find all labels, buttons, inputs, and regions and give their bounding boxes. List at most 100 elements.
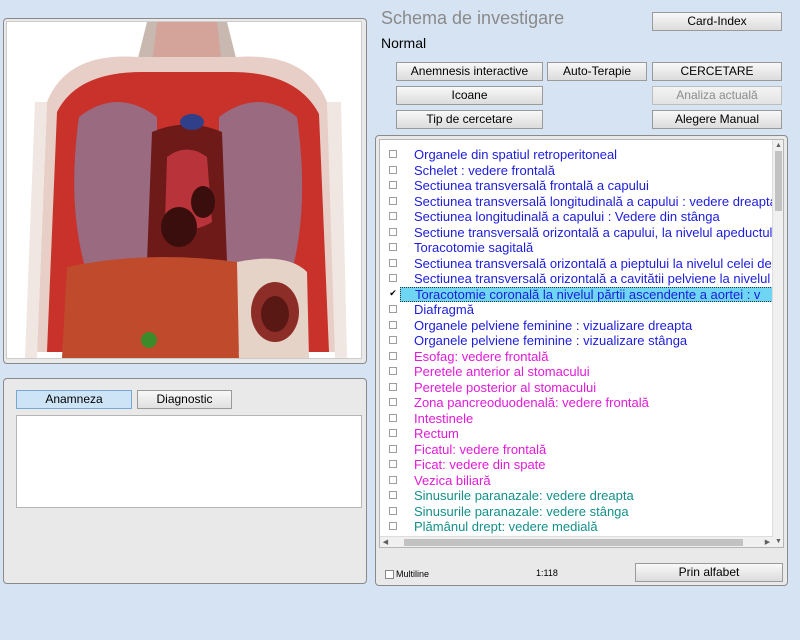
- list-item-checkbox[interactable]: [389, 165, 397, 174]
- list-item-checkbox[interactable]: [389, 491, 397, 499]
- list-item[interactable]: Organele pelviene feminine : vizualizare…: [380, 333, 775, 349]
- list-item-label: Toracotomie sagitală: [414, 240, 534, 255]
- prin-alfabet-button[interactable]: Prin alfabet: [635, 563, 783, 582]
- list-item[interactable]: Vezica biliară: [380, 473, 775, 489]
- list-item[interactable]: Organele pelviene feminine : vizualizare…: [380, 318, 775, 334]
- tip-de-cercetare-button[interactable]: Tip de cercetare: [396, 110, 543, 129]
- list-item-label: Ficatul: vedere frontală: [414, 441, 547, 457]
- list-item-label: Sinusurile paranazale: vedere dreapta: [414, 488, 634, 503]
- list-item[interactable]: Sectiunea transversală orizontală a piep…: [380, 256, 775, 272]
- notes-text-area[interactable]: [16, 415, 362, 508]
- thorax-section-illustration: [7, 22, 361, 358]
- vertical-scroll-thumb[interactable]: [775, 151, 782, 211]
- list-item-checkbox[interactable]: [389, 522, 397, 530]
- list-item-label: Organele pelviene feminine : vizualizare…: [414, 317, 693, 333]
- multiline-checkbox[interactable]: [385, 570, 394, 579]
- list-item-checkbox[interactable]: [389, 475, 397, 484]
- list-item[interactable]: Ficatul: vedere frontală: [380, 442, 775, 458]
- list-item[interactable]: Sectiunea transversală frontală a capulu…: [380, 178, 775, 194]
- item-count: 1:118: [536, 568, 558, 578]
- list-item[interactable]: Ficat: vedere din spate: [380, 457, 775, 473]
- list-item-checkbox[interactable]: [389, 336, 397, 344]
- list-item-label: Toracotomie coronală la nivelul părtii a…: [400, 286, 775, 302]
- list-item[interactable]: Rectum: [380, 426, 775, 442]
- auto-terapie-button[interactable]: Auto-Terapie: [547, 62, 647, 81]
- list-item-checkbox[interactable]: [389, 274, 397, 282]
- list-item-label: Organele din spatiul retroperitoneal: [414, 147, 618, 162]
- page-title: Schema de investigare: [381, 8, 565, 28]
- list-item-checkbox[interactable]: [389, 351, 397, 360]
- list-item-checkbox[interactable]: [389, 150, 397, 158]
- list-item[interactable]: Peretele posterior al stomacului: [380, 380, 775, 396]
- scroll-down-icon[interactable]: ▼: [774, 537, 783, 546]
- list-item[interactable]: Sectiunea transversală longitudinală a c…: [380, 194, 775, 210]
- list-item-label: Ficat: vedere din spate: [414, 457, 546, 472]
- scroll-left-icon[interactable]: ◀: [381, 538, 390, 547]
- horizontal-scrollbar[interactable]: ◀ ▶: [380, 536, 773, 547]
- analiza-actuala-button[interactable]: Analiza actuală: [652, 86, 782, 105]
- list-item-checkbox[interactable]: [389, 258, 397, 267]
- list-item-label: Sectiunea transversală frontală a capulu…: [414, 178, 649, 193]
- list-item[interactable]: Schelet : vedere frontală: [380, 163, 775, 179]
- list-item-label: Peretele anterior al stomacului: [414, 364, 590, 379]
- list-item-label: Sectiunea transversală orizontală a piep…: [414, 255, 772, 271]
- list-item[interactable]: Peretele anterior al stomacului: [380, 364, 775, 380]
- list-item-checkbox[interactable]: [389, 320, 397, 329]
- investigation-list[interactable]: Organele din spatiul retroperitoneal Sche…: [379, 139, 784, 548]
- list-item[interactable]: ✔ Toracotomie coronală la nivelul părtii …: [380, 286, 775, 303]
- scroll-right-icon[interactable]: ▶: [763, 538, 772, 547]
- list-item[interactable]: Sectiune transversală orizontală a capul…: [380, 225, 775, 241]
- alegere-manual-button[interactable]: Alegere Manual: [652, 110, 782, 129]
- list-item[interactable]: Sinusurile paranazale: vedere stânga: [380, 504, 775, 520]
- list-item-label: Plămânul drept: vedere medială: [414, 519, 598, 534]
- card-index-button[interactable]: Card-Index: [652, 12, 782, 31]
- list-item-label: Peretele posterior al stomacului: [414, 379, 597, 395]
- tab-anamneza[interactable]: Anamneza: [16, 390, 132, 409]
- list-item-checkbox[interactable]: [389, 382, 397, 391]
- list-item-checkbox[interactable]: ✔: [389, 288, 397, 298]
- list-item-label: Rectum: [414, 426, 459, 441]
- list-item[interactable]: Plămânul drept: vedere medială: [380, 519, 775, 535]
- list-item-label: Sectiunea transversală longitudinală a c…: [414, 193, 775, 209]
- anemnesis-interactive-button[interactable]: Anemnesis interactive: [396, 62, 543, 81]
- list-item[interactable]: Esofag: vedere frontală: [380, 349, 775, 365]
- investigation-list-panel: Organele din spatiul retroperitoneal Sche…: [375, 135, 788, 586]
- list-item-checkbox[interactable]: [389, 429, 397, 437]
- list-item[interactable]: Zona pancreoduodenală: vedere frontală: [380, 395, 775, 411]
- list-item-checkbox[interactable]: [389, 367, 397, 375]
- list-item-checkbox[interactable]: [389, 196, 397, 205]
- anatomy-image[interactable]: [6, 21, 362, 359]
- list-item[interactable]: Sectiunea longitudinală a capului : Vede…: [380, 209, 775, 225]
- cercetare-button[interactable]: CERCETARE: [652, 62, 782, 81]
- scroll-up-icon[interactable]: ▲: [774, 141, 783, 150]
- list-item-checkbox[interactable]: [389, 460, 397, 468]
- list-item[interactable]: Intestinele: [380, 411, 775, 427]
- tab-diagnostic[interactable]: Diagnostic: [137, 390, 232, 409]
- list-item-checkbox[interactable]: [389, 398, 397, 406]
- list-item[interactable]: Diafragmă: [380, 302, 775, 318]
- icoane-button[interactable]: Icoane: [396, 86, 543, 105]
- list-item-checkbox[interactable]: [389, 181, 397, 189]
- list-item-label: Sectiunea longitudinală a capului : Vede…: [414, 209, 720, 224]
- vertical-scrollbar[interactable]: ▲ ▼: [772, 140, 783, 547]
- horizontal-scroll-thumb[interactable]: [404, 539, 743, 546]
- list-item[interactable]: Sinusurile paranazale: vedere dreapta: [380, 488, 775, 504]
- list-item-checkbox[interactable]: [389, 413, 397, 422]
- notes-panel: Anamneza Diagnostic: [3, 378, 367, 584]
- list-item-label: Zona pancreoduodenală: vedere frontală: [414, 395, 649, 410]
- list-item-checkbox[interactable]: [389, 227, 397, 236]
- list-item[interactable]: Organele din spatiul retroperitoneal: [380, 147, 775, 163]
- list-item-label: Sinusurile paranazale: vedere stânga: [414, 503, 629, 519]
- list-item-checkbox[interactable]: [389, 212, 397, 220]
- list-item-label: Organele pelviene feminine : vizualizare…: [414, 333, 688, 348]
- list-item-checkbox[interactable]: [389, 243, 397, 251]
- list-item-label: Diafragmă: [414, 302, 474, 317]
- page-subtitle: Normal: [381, 35, 427, 51]
- list-item-checkbox[interactable]: [389, 305, 397, 313]
- list-item[interactable]: Toracotomie sagitală: [380, 240, 775, 256]
- list-item-checkbox[interactable]: [389, 444, 397, 453]
- list-item[interactable]: Sectiunea transversală orizontală a cavi…: [380, 271, 775, 287]
- list-item-label: Sectiune transversală orizontală a capul…: [414, 224, 775, 240]
- list-item-checkbox[interactable]: [389, 506, 397, 515]
- list-item-label: Schelet : vedere frontală: [414, 162, 555, 178]
